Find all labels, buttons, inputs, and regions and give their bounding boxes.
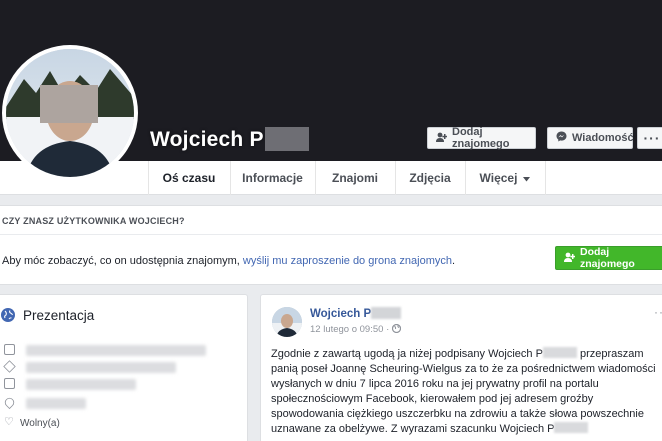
messenger-icon [556,131,567,145]
post-timestamp[interactable]: 12 lutego o 09:50 · [310,324,392,335]
message-label: Wiadomość [572,132,634,144]
post-author-avatar[interactable] [272,307,302,337]
know-user-text: Aby móc zobaczyć, co on udostępnia znajo… [2,255,455,267]
graduation-cap-icon [3,360,16,373]
divider [0,234,662,235]
add-friend-icon [564,252,576,265]
more-dots-icon: ··· [643,130,661,146]
redacted-text [26,398,86,409]
heart-icon: ♡ [4,416,14,428]
more-options-button[interactable]: ··· [637,127,662,149]
profile-name[interactable]: Wojciech P [150,127,309,152]
redacted-text [26,362,176,373]
know-user-text-before: Aby móc zobaczyć, co on udostępnia znajo… [2,255,243,267]
name-redaction [371,307,402,319]
tab-label: Znajomi [331,171,378,185]
know-user-panel: CZY ZNASZ UŻYTKOWNIKA WOJCIECH? Aby móc … [0,205,662,285]
post-body-text-1: Zgodnie z zawartą ugodą ja niżej podpisa… [271,348,543,360]
intro-home-row [4,378,224,392]
timeline-post: Wojciech P 12 lutego o 09:50 · ·· Zgodni… [260,294,662,441]
audience-globe-icon[interactable] [391,323,401,335]
intro-location-row [2,395,224,411]
post-body-text-2: przepraszam panią poseł Joannę Scheuring… [271,348,656,435]
message-button[interactable]: Wiadomość [547,127,634,149]
intro-education-row [3,360,224,375]
location-pin-icon [2,395,17,410]
add-friend-green-button[interactable]: Dodaj znajomego [555,246,662,270]
tab-about[interactable]: Informacje [230,161,315,195]
tab-label: Informacje [242,171,303,185]
post-options-icon[interactable]: ·· [654,305,662,319]
add-friend-green-label: Dodaj znajomego [580,246,635,270]
tab-divider [545,161,546,195]
post-meta: 12 lutego o 09:50 · [310,323,401,335]
tab-label: Oś czasu [162,171,216,185]
chevron-down-icon [523,171,531,185]
redacted-text [26,345,206,356]
home-icon [4,378,15,389]
know-user-heading: CZY ZNASZ UŻYTKOWNIKA WOJCIECH? [2,216,185,226]
tab-friends[interactable]: Znajomi [315,161,395,195]
relationship-status: Wolny(a) [20,418,60,429]
redacted-text [26,379,136,390]
add-friend-label: Dodaj znajomego [452,126,510,150]
tab-more[interactable]: Więcej [465,161,545,195]
tab-label: Zdjęcia [409,171,451,185]
post-body: Zgodnie z zawartą ugodą ja niżej podpisa… [271,347,662,437]
name-redaction [542,347,577,358]
intro-work-row [4,344,224,358]
profile-picture[interactable] [2,45,138,181]
send-friend-request-link[interactable]: wyślij mu zaproszenie do grona znajomych [243,255,452,267]
intro-title: Prezentacja [23,308,95,323]
post-author-text: Wojciech P [310,308,372,320]
globe-icon [1,308,15,322]
profile-name-text: Wojciech P [150,128,264,151]
add-friend-icon [436,132,448,145]
tab-timeline[interactable]: Oś czasu [148,161,230,195]
add-friend-button[interactable]: Dodaj znajomego [427,126,536,150]
name-redaction [264,127,309,151]
tab-photos[interactable]: Zdjęcia [395,161,465,195]
post-author-name[interactable]: Wojciech P [310,307,402,320]
briefcase-icon [4,344,15,355]
name-redaction [554,422,589,433]
know-user-text-after: . [452,255,456,267]
tab-label: Więcej [479,171,518,185]
